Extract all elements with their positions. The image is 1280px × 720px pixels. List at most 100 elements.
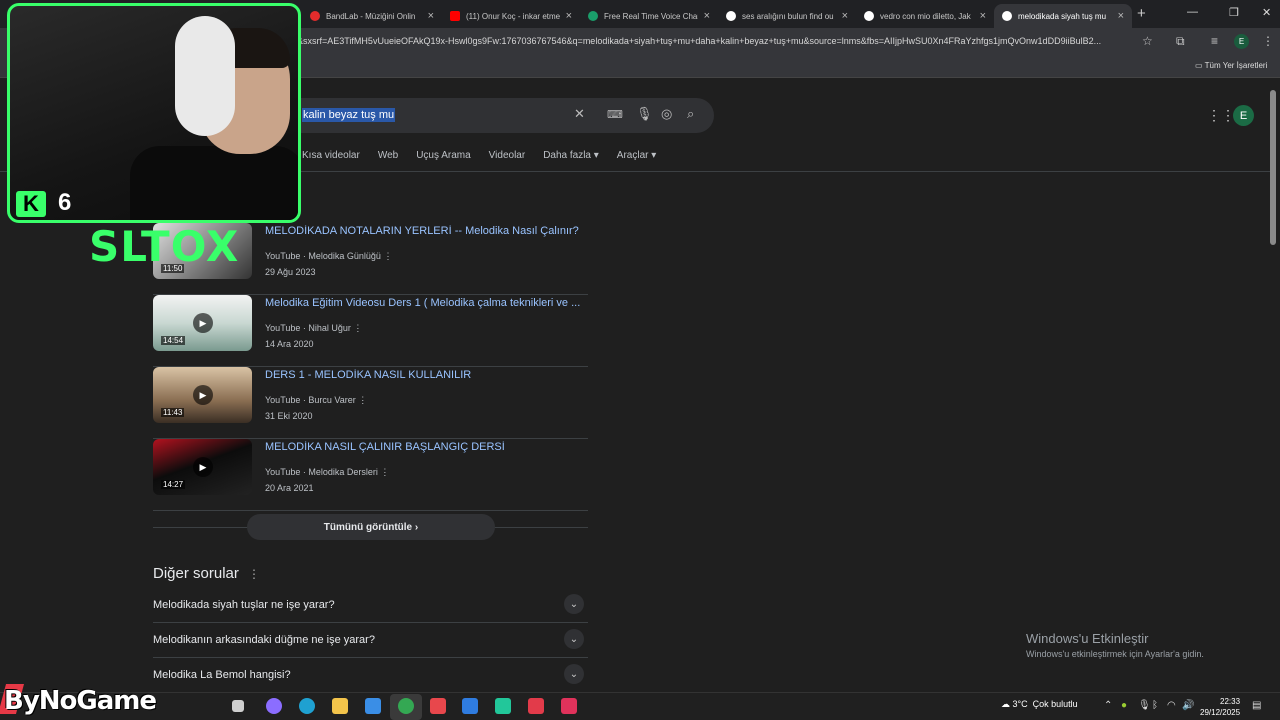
close-icon[interactable]: ×	[1118, 10, 1124, 22]
video-date: 14 Ara 2020	[265, 339, 314, 349]
microphone-icon[interactable]: 🎙	[636, 106, 653, 122]
more-options-icon[interactable]: ⋮	[358, 395, 367, 405]
app-pink-icon[interactable]	[561, 698, 577, 714]
more-options-icon[interactable]: ⋮	[380, 467, 389, 477]
video-result[interactable]: ▶ 14:27 MELODİKA NASIL ÇALINIR BAŞLANGIÇ…	[153, 439, 588, 511]
clock-time: 22:33	[1220, 697, 1241, 706]
paa-more-icon[interactable]: ⋮	[248, 567, 260, 581]
wifi-icon[interactable]: ◠	[1167, 700, 1176, 711]
play-icon: ▶	[193, 457, 213, 477]
more-options-icon[interactable]: ⋮	[353, 323, 362, 333]
video-title[interactable]: DERS 1 - MELODİKA NASIL KULLANILIR	[265, 369, 585, 381]
google-icon	[864, 11, 874, 21]
tab-voice-changer[interactable]: Free Real Time Voice Chan ×	[580, 4, 718, 28]
account-avatar[interactable]: E	[1233, 105, 1254, 126]
edge-icon[interactable]	[299, 698, 315, 714]
app-green-icon[interactable]	[495, 698, 511, 714]
video-result[interactable]: ▶ 11:43 DERS 1 - MELODİKA NASIL KULLANIL…	[153, 367, 588, 439]
chevron-down-icon[interactable]: ⌄	[564, 664, 584, 684]
clock-date: 29/12/2025	[1200, 708, 1241, 717]
close-icon[interactable]: ×	[842, 10, 848, 22]
close-icon[interactable]: ×	[704, 10, 710, 22]
menu-dots-icon[interactable]: ⋮	[1262, 34, 1274, 48]
media-icon[interactable]: ≡	[1211, 34, 1218, 48]
system-clock[interactable]: 22:33 29/12/2025	[1200, 696, 1240, 718]
streamer-shirt	[130, 146, 298, 220]
weather-desc: Çok bulutlu	[1032, 699, 1078, 709]
clear-icon[interactable]: ✕	[574, 106, 585, 122]
office-icon[interactable]	[430, 698, 446, 714]
file-explorer-icon[interactable]	[332, 698, 348, 714]
search-icon[interactable]: ⌕	[687, 106, 694, 122]
filter-more[interactable]: Daha fazla ▾	[543, 150, 599, 161]
paa-question[interactable]: Melodikada siyah tuşlar ne işe yarar? ⌄	[153, 588, 588, 623]
paa-question[interactable]: Melodika La Bemol hangisi? ⌄	[153, 658, 588, 693]
bookmark-star-icon[interactable]: ☆	[1142, 34, 1153, 48]
voice-changer-icon	[588, 11, 598, 21]
paa-question-text: Melodikada siyah tuşlar ne işe yarar?	[153, 599, 335, 611]
app-red-icon[interactable]	[528, 698, 544, 714]
profile-avatar[interactable]: E	[1234, 34, 1249, 49]
weather-temp: 3°C	[1012, 699, 1028, 709]
new-tab-button[interactable]: +	[1137, 5, 1146, 22]
tab-title: melodikada siyah tuş mu	[1018, 11, 1107, 21]
close-icon[interactable]: ×	[428, 10, 434, 22]
tab-google-1[interactable]: ses aralığını bulun find ou ×	[718, 4, 856, 28]
scrollbar[interactable]	[1270, 90, 1276, 245]
bluetooth-icon[interactable]: ᛒ	[1152, 700, 1158, 711]
paa-question[interactable]: Melodikanın arkasındaki düğme ne işe yar…	[153, 623, 588, 658]
video-thumbnail[interactable]: ▶ 11:43	[153, 367, 252, 423]
close-icon[interactable]: ×	[566, 10, 572, 22]
video-title[interactable]: MELODİKADA NOTALARIN YERLERİ -- Melodika…	[265, 225, 585, 237]
chrome-icon[interactable]	[398, 698, 414, 714]
all-bookmarks-label: Tüm Yer İşaretleri	[1204, 61, 1268, 70]
microphone-tray-icon[interactable]: 🎙	[1138, 700, 1151, 711]
video-thumbnail[interactable]: ▶ 14:54	[153, 295, 252, 351]
filter-videos[interactable]: Videolar	[489, 150, 526, 161]
tab-active-search[interactable]: melodikada siyah tuş mu ×	[994, 4, 1132, 28]
webcam-overlay	[7, 3, 301, 223]
video-source: YouTube · Nihal Uğur ⋮	[265, 323, 362, 334]
search-box[interactable]: kalin beyaz tuş mu ✕ ⌨ 🎙 ◎ ⌕	[294, 98, 714, 133]
volume-icon[interactable]: 🔊	[1182, 700, 1194, 711]
filter-shorts[interactable]: Kısa videolar	[302, 150, 360, 161]
extensions-icon[interactable]: ⧉	[1176, 34, 1185, 49]
chevron-down-icon[interactable]: ⌄	[564, 594, 584, 614]
video-thumbnail[interactable]: ▶ 14:27	[153, 439, 252, 495]
filter-web[interactable]: Web	[378, 150, 398, 161]
video-title[interactable]: Melodika Eğitim Videosu Ders 1 ( Melodik…	[265, 297, 585, 309]
close-window-icon[interactable]: ✕	[1262, 6, 1271, 19]
maximize-icon[interactable]: ❐	[1229, 6, 1239, 19]
filter-tools[interactable]: Araçlar ▾	[617, 150, 656, 161]
video-date: 20 Ara 2021	[265, 483, 314, 493]
chevron-down-icon[interactable]: ⌄	[564, 629, 584, 649]
all-bookmarks-folder[interactable]: ▭ Tüm Yer İşaretleri	[1195, 61, 1267, 70]
video-duration: 14:27	[161, 480, 186, 489]
close-icon[interactable]: ×	[980, 10, 986, 22]
more-options-icon[interactable]: ⋮	[383, 251, 392, 261]
see-all-button[interactable]: Tümünü görüntüle ›	[247, 514, 495, 540]
tab-youtube[interactable]: (11) Onur Koç - inkar etme ×	[442, 4, 580, 28]
task-view-icon[interactable]	[232, 700, 244, 712]
play-icon: ▶	[193, 385, 213, 405]
video-source-text: YouTube · Nihal Uğur	[265, 323, 351, 333]
tray-app-icon[interactable]: ●	[1121, 700, 1127, 711]
weather-widget[interactable]: ☁ 3°C Çok bulutlu	[1001, 699, 1078, 710]
video-result[interactable]: ▶ 14:54 Melodika Eğitim Videosu Ders 1 (…	[153, 295, 588, 367]
video-source: YouTube · Melodika Günlüğü ⋮	[265, 251, 392, 262]
video-title[interactable]: MELODİKA NASIL ÇALINIR BAŞLANGIÇ DERSİ	[265, 441, 585, 453]
minimize-icon[interactable]: —	[1187, 6, 1198, 18]
tab-google-2[interactable]: vedro con mio diletto, Jak ×	[856, 4, 994, 28]
address-bar[interactable]: 4&sxsrf=AE3TifMH5vUueieOFAkQ19x-Hswl0gs9…	[292, 36, 1137, 46]
tab-bandlab[interactable]: BandLab - Müziğini Onlin ×	[302, 4, 442, 28]
people-also-ask-title: Diğer sorular	[153, 565, 239, 582]
lens-icon[interactable]: ◎	[661, 106, 672, 122]
mail-icon[interactable]	[462, 698, 478, 714]
copilot-icon[interactable]	[266, 698, 282, 714]
filter-flights[interactable]: Uçuş Arama	[416, 150, 470, 161]
store-icon[interactable]	[365, 698, 381, 714]
keyboard-icon[interactable]: ⌨	[607, 108, 623, 121]
notifications-icon[interactable]: ▤	[1252, 700, 1261, 711]
chevron-up-icon[interactable]: ⌃	[1104, 700, 1112, 711]
search-query[interactable]: kalin beyaz tuş mu	[302, 108, 396, 122]
